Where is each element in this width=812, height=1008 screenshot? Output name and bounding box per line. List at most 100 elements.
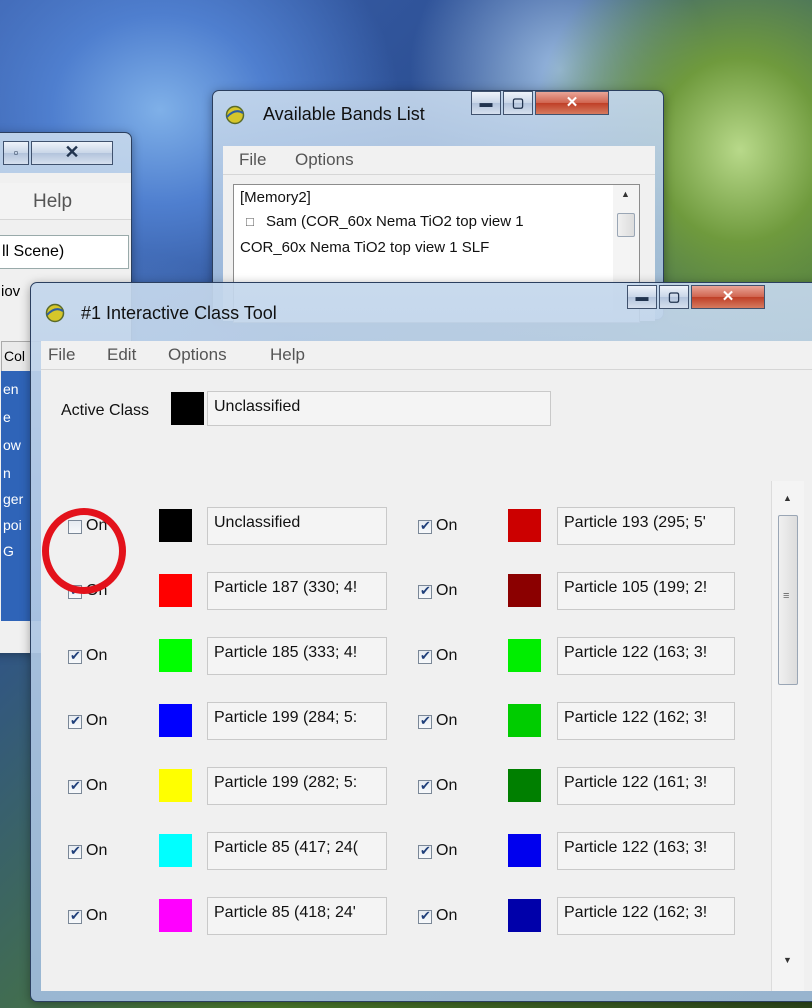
on-checkbox[interactable]: ✔	[68, 908, 82, 924]
close-button[interactable]: ✕	[691, 285, 765, 309]
left-list-item[interactable]: ger	[3, 491, 23, 507]
on-checkbox[interactable]: ✔	[68, 843, 82, 859]
on-label: On	[436, 842, 458, 859]
class-name-field[interactable]: Particle 199 (284; 5:	[207, 702, 387, 740]
class-color-swatch[interactable]	[508, 639, 541, 672]
scroll-down-icon[interactable]: ▼	[783, 955, 792, 965]
class-name-field[interactable]: Particle 122 (162; 3!	[557, 897, 735, 935]
list-item[interactable]: Sam (COR_60x Nema TiO2 top view 1	[266, 213, 524, 230]
class-row: ✔ On Particle 193 (295; 5'	[391, 501, 751, 557]
class-color-swatch[interactable]	[508, 769, 541, 802]
menu-help[interactable]: Help	[270, 345, 305, 365]
left-list-item[interactable]: n	[3, 465, 11, 481]
left-list-item[interactable]: en	[3, 381, 19, 397]
active-class-swatch	[171, 392, 204, 425]
on-checkbox[interactable]: ✔	[418, 908, 432, 924]
class-color-swatch[interactable]	[508, 834, 541, 867]
restore-button[interactable]: ▫	[3, 141, 29, 165]
class-color-swatch[interactable]	[159, 834, 192, 867]
tree-expander-icon[interactable]: □	[246, 214, 254, 229]
menu-file[interactable]: File	[48, 345, 75, 365]
on-label: On	[436, 647, 458, 664]
menu-options[interactable]: Options	[295, 150, 354, 170]
class-color-swatch[interactable]	[159, 509, 192, 542]
on-label: On	[86, 842, 108, 859]
scrollbar-thumb[interactable]: ≡	[778, 515, 798, 685]
scroll-up-icon[interactable]: ▲	[783, 493, 792, 503]
checkmark-icon: ✔	[420, 648, 431, 663]
close-button[interactable]: ✕	[535, 91, 609, 115]
class-name-field[interactable]: Particle 122 (161; 3!	[557, 767, 735, 805]
scroll-up-icon[interactable]: ▲	[621, 189, 630, 199]
menu-file[interactable]: File	[239, 150, 266, 170]
class-name-field[interactable]: Particle 122 (163; 3!	[557, 637, 735, 675]
on-label: On	[86, 907, 108, 924]
on-checkbox[interactable]: ✔	[418, 843, 432, 859]
app-icon	[225, 105, 245, 125]
on-checkbox[interactable]: ✔	[418, 518, 432, 534]
class-row: ✔ On Particle 122 (163; 3!	[391, 631, 751, 687]
class-list: On Unclassified ✔ On Particle 187 (330; …	[41, 481, 804, 991]
class-color-swatch[interactable]	[508, 574, 541, 607]
class-name-field[interactable]: Particle 193 (295; 5'	[557, 507, 735, 545]
class-row: ✔ On Particle 85 (418; 24'	[41, 891, 401, 947]
minimize-button[interactable]: ▬	[471, 91, 501, 115]
checkmark-icon: ✔	[420, 583, 431, 598]
class-name-field[interactable]: Particle 85 (417; 24(	[207, 832, 387, 870]
on-label: On	[86, 712, 108, 729]
on-checkbox[interactable]: ✔	[418, 713, 432, 729]
on-checkbox[interactable]: ✔	[418, 778, 432, 794]
close-button[interactable]: ✕	[31, 141, 113, 165]
menu-options[interactable]: Options	[168, 345, 227, 365]
bands-window-title: Available Bands List	[263, 104, 425, 124]
class-name-field[interactable]: Particle 122 (163; 3!	[557, 832, 735, 870]
menu-help[interactable]: Help	[33, 191, 72, 213]
left-list-item[interactable]: poi	[3, 517, 22, 533]
checkmark-icon: ✔	[70, 648, 81, 663]
class-color-swatch[interactable]	[159, 704, 192, 737]
class-color-swatch[interactable]	[508, 899, 541, 932]
class-color-swatch[interactable]	[159, 899, 192, 932]
active-class-label: Active Class	[61, 402, 150, 419]
highlight-circle	[42, 508, 126, 594]
list-item[interactable]: [Memory2]	[240, 189, 311, 206]
left-list-item[interactable]: G	[3, 543, 14, 559]
checkmark-icon: ✔	[420, 518, 431, 533]
class-name-field[interactable]: Particle 105 (199; 2!	[557, 572, 735, 610]
on-label: On	[436, 582, 458, 599]
class-row: ✔ On Particle 122 (162; 3!	[391, 891, 751, 947]
class-color-swatch[interactable]	[508, 704, 541, 737]
class-tool-client: File Edit Options Help Active Class Uncl…	[41, 341, 812, 991]
class-name-field[interactable]: Particle 122 (162; 3!	[557, 702, 735, 740]
list-item[interactable]: COR_60x Nema TiO2 top view 1 SLF	[240, 239, 489, 256]
active-class-field[interactable]: Unclassified	[207, 391, 551, 426]
bands-menubar: File Options	[223, 146, 655, 175]
class-tool-title: #1 Interactive Class Tool	[81, 303, 277, 323]
class-name-field[interactable]: Particle 187 (330; 4!	[207, 572, 387, 610]
class-row: ✔ On Particle 122 (163; 3!	[391, 826, 751, 882]
menu-edit[interactable]: Edit	[107, 345, 136, 365]
on-checkbox[interactable]: ✔	[68, 778, 82, 794]
left-field-text: ll Scene)	[2, 243, 65, 260]
left-list-item[interactable]: ow	[3, 437, 21, 453]
class-name-field[interactable]: Unclassified	[207, 507, 387, 545]
on-label: On	[86, 647, 108, 664]
class-color-swatch[interactable]	[159, 639, 192, 672]
on-checkbox[interactable]: ✔	[418, 648, 432, 664]
minimize-button[interactable]: ▬	[627, 285, 657, 309]
on-checkbox[interactable]: ✔	[418, 583, 432, 599]
class-name-field[interactable]: Particle 185 (333; 4!	[207, 637, 387, 675]
on-checkbox[interactable]: ✔	[68, 648, 82, 664]
class-name-field[interactable]: Particle 85 (418; 24'	[207, 897, 387, 935]
maximize-button[interactable]: ▢	[659, 285, 689, 309]
checkmark-icon: ✔	[70, 843, 81, 858]
left-list-item[interactable]: e	[3, 409, 11, 425]
vertical-scrollbar[interactable]: ▲ ≡ ▼	[771, 481, 804, 991]
scrollbar-thumb[interactable]	[617, 213, 635, 237]
class-color-swatch[interactable]	[159, 574, 192, 607]
maximize-button[interactable]: ▢	[503, 91, 533, 115]
class-color-swatch[interactable]	[508, 509, 541, 542]
on-checkbox[interactable]: ✔	[68, 713, 82, 729]
class-color-swatch[interactable]	[159, 769, 192, 802]
class-name-field[interactable]: Particle 199 (282; 5:	[207, 767, 387, 805]
